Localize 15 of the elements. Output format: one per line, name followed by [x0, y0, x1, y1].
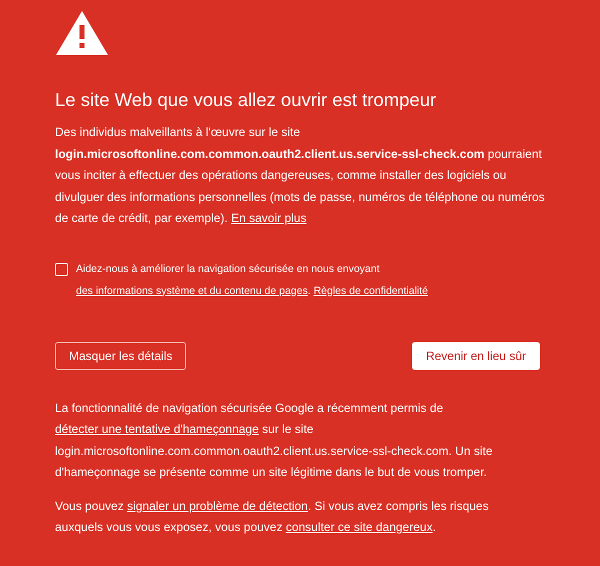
warning-icon	[55, 10, 109, 56]
text-link[interactable]: En savoir plus	[231, 211, 306, 225]
text-link[interactable]: signaler un problème de détection	[127, 498, 308, 512]
warning-paragraph: Des individus malveillants à l'œuvre sur le site login.microsoftonline.com.common.oauth2.client.us.service-ssl-check.com pourraient vous inciter à effectuer des opérations dangereuses, comme installer des logiciels ou divulguer des informations personnelles (mots de passe, numéros de téléphone ou numéros de carte de crédit, par exemple). En savoir plus	[55, 124, 546, 227]
checkbox-label: Aidez-nous à améliorer la navigation sécurisée en nous envoyant des informations système et du contenu de pages. Règles de confidentialité	[76, 262, 429, 298]
page-heading: Le site Web que vous allez ouvrir est trompeur	[55, 88, 438, 112]
text-link[interactable]: des informations système et du contenu de pages	[76, 284, 308, 296]
checkbox[interactable]	[55, 262, 68, 276]
details-paragraph: Vous pouvez signaler un problème de détection. Si vous avez compris les risques auxquels vous vous exposez, vous pouvez consulter ce site dangereux.	[55, 498, 490, 536]
text-link[interactable]: consulter ce site dangereux	[286, 520, 433, 534]
details-paragraph: La fonctionnalité de navigation sécurisée Google a récemment permis de détecter une tentative d'hameçonnage sur le site login.microsoftonline.com.common.oauth2.client.us.service-ssl-check.com. Un site d'hameçonnage se présente comme un site légitime dans le but de vous tromper.	[55, 400, 494, 481]
back-to-safety-button[interactable]: Revenir en lieu sûr	[412, 342, 540, 370]
text-link[interactable]: détecter une tentative d'hameçonnage	[55, 422, 259, 436]
hide-details-button[interactable]: Masquer les détails	[55, 342, 186, 370]
text-link[interactable]: Règles de confidentialité	[314, 284, 428, 296]
